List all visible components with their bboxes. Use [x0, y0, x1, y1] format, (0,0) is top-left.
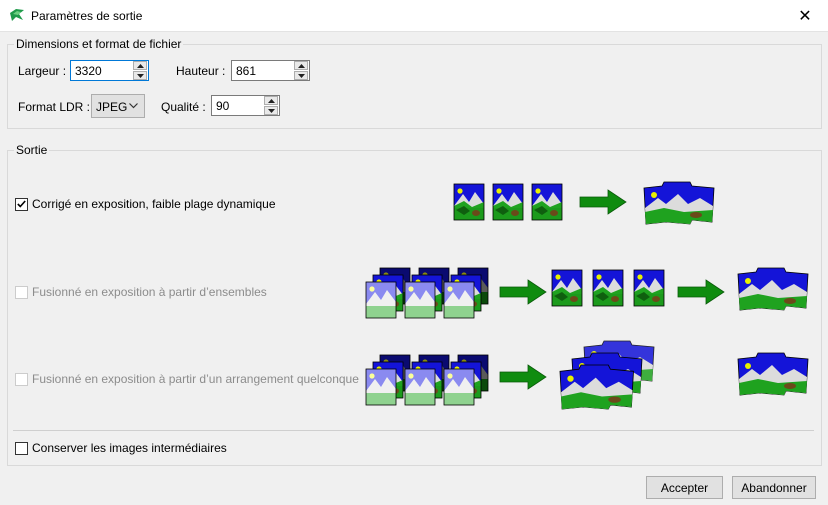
arrow-up-icon [136, 63, 144, 68]
exposure-fused-any-checkbox[interactable]: Fusionné en exposition à partir d’un arr… [15, 372, 359, 386]
separator [13, 430, 814, 431]
keep-intermediate-label: Conserver les images intermédiaires [32, 441, 227, 455]
arrow-down-icon [267, 108, 275, 113]
quality-decrement-button[interactable] [264, 106, 278, 115]
image-thumb [531, 183, 563, 221]
chevron-down-icon [129, 103, 138, 109]
exposure-fused-stacks-illustration [364, 267, 809, 322]
exposure-corrected-checkbox[interactable]: Corrigé en exposition, faible plage dyna… [15, 197, 276, 211]
dimensions-legend: Dimensions et format de fichier [16, 37, 182, 51]
output-legend: Sortie [16, 143, 48, 157]
stack-thumb [444, 268, 488, 318]
image-thumb [492, 183, 524, 221]
quality-spinbox[interactable]: 90 [211, 95, 280, 116]
stack-thumb [366, 355, 410, 405]
quality-value: 90 [216, 99, 230, 113]
width-increment-button[interactable] [133, 61, 147, 70]
exposure-fused-any-label: Fusionné en exposition à partir d’un arr… [32, 372, 359, 386]
checkbox-box [15, 197, 28, 211]
hugin-icon [10, 9, 24, 21]
keep-intermediate-checkbox[interactable]: Conserver les images intermédiaires [15, 441, 227, 455]
close-icon: ✕ [798, 7, 812, 25]
title-bar: Paramètres de sortie ✕ [0, 0, 828, 32]
image-thumb [551, 269, 583, 307]
close-button[interactable]: ✕ [782, 0, 828, 31]
height-value: 861 [236, 64, 257, 78]
width-label: Largeur : [18, 64, 67, 78]
arrow-up-icon [267, 98, 275, 103]
height-decrement-button[interactable] [294, 71, 308, 80]
arrow-down-icon [297, 73, 305, 78]
panorama-thumb [737, 352, 809, 396]
width-spinbox[interactable]: 3320 [70, 60, 149, 81]
height-label: Hauteur : [176, 64, 226, 78]
stack-thumb [405, 268, 449, 318]
width-value: 3320 [75, 64, 102, 78]
quality-label: Qualité : [161, 100, 206, 114]
exposure-fused-any-illustration [364, 340, 809, 410]
cancel-button[interactable]: Abandonner [732, 476, 816, 499]
stack-thumb [366, 268, 410, 318]
checkbox-box [15, 285, 28, 299]
window-title: Paramètres de sortie [31, 9, 143, 23]
exposure-fused-stacks-checkbox[interactable]: Fusionné en exposition à partir d’ensemb… [15, 285, 267, 299]
height-spinbox[interactable]: 861 [231, 60, 310, 81]
arrow-icon [499, 364, 547, 390]
arrow-down-icon [136, 73, 144, 78]
quality-increment-button[interactable] [264, 96, 278, 105]
panorama-thumb [737, 267, 809, 311]
stack-thumb [405, 355, 449, 405]
stack-thumb [444, 355, 488, 405]
checkbox-box [15, 372, 28, 386]
height-increment-button[interactable] [294, 61, 308, 70]
image-thumb [633, 269, 665, 307]
format-select[interactable]: JPEG [91, 94, 145, 118]
panorama-thumb [643, 181, 715, 225]
arrow-icon [677, 279, 725, 305]
exposure-corrected-label: Corrigé en exposition, faible plage dyna… [32, 197, 276, 211]
accept-button[interactable]: Accepter [646, 476, 723, 499]
panorama-stack [559, 340, 655, 410]
checkbox-box [15, 441, 28, 455]
checkmark-icon [17, 200, 26, 208]
format-label: Format LDR : [18, 100, 91, 114]
arrow-icon [579, 189, 627, 215]
arrow-icon [499, 279, 547, 305]
exposure-fused-stacks-label: Fusionné en exposition à partir d’ensemb… [32, 285, 267, 299]
image-thumb [592, 269, 624, 307]
exposure-corrected-illustration [453, 181, 715, 225]
arrow-up-icon [297, 63, 305, 68]
format-value: JPEG [96, 100, 128, 114]
image-thumb [453, 183, 485, 221]
width-decrement-button[interactable] [133, 71, 147, 80]
